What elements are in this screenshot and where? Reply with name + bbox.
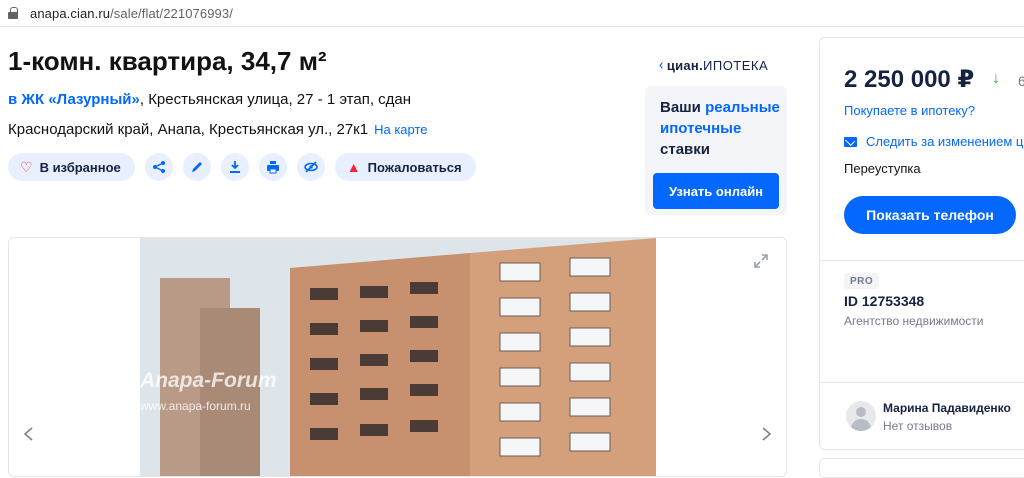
address-text: Краснодарский край, Анапа, Крестьянская … xyxy=(8,121,369,138)
hide-icon xyxy=(303,161,318,173)
map-link[interactable]: На карте xyxy=(374,122,427,137)
favorite-button[interactable]: ♡ В избранное xyxy=(8,153,135,181)
complex-link[interactable]: в ЖК «Лазурный» xyxy=(8,91,140,108)
logo-brand: циан xyxy=(666,58,700,73)
print-button[interactable] xyxy=(258,153,287,181)
print-icon xyxy=(266,161,279,174)
location-line: в ЖК «Лазурный», Крестьянская улица, 27 … xyxy=(8,91,411,108)
edit-icon xyxy=(191,162,202,172)
edit-button[interactable] xyxy=(182,153,211,181)
logo-sub: ИПОТЕКА xyxy=(703,58,769,73)
divider xyxy=(820,382,1024,383)
building-image xyxy=(140,238,656,476)
main-photo[interactable]: Anapa-Forum www.anapa-forum.ru xyxy=(140,238,656,476)
action-bar: ♡ В избранное ▲ Пожаловаться xyxy=(8,153,476,181)
listing-title: 1-комн. квартира, 34,7 м² xyxy=(8,46,327,76)
address-bar[interactable]: anapa.cian.ru/sale/flat/221076993/ xyxy=(0,0,1024,27)
show-phone-button[interactable]: Показать телефон xyxy=(844,196,1016,234)
watermark: Anapa-Forum xyxy=(140,369,277,392)
warning-icon: ▲ xyxy=(346,159,361,175)
pro-badge: PRO xyxy=(844,273,880,289)
agent-type: Агентство недвижимости xyxy=(844,314,984,328)
report-button[interactable]: ▲ Пожаловаться xyxy=(334,153,476,181)
cian-mortgage-logo[interactable]: ᚲ циан. ИПОТЕКА xyxy=(657,58,768,73)
avatar[interactable] xyxy=(846,401,876,431)
url-text[interactable]: anapa.cian.ru/sale/flat/221076993/ xyxy=(30,6,233,21)
price-extra: 6 xyxy=(1018,73,1024,89)
street-text: , Крестьянская улица, 27 - 1 этап, сдан xyxy=(139,91,412,108)
agent-name[interactable]: Марина Падавиденко xyxy=(883,401,1011,415)
mortgage-promo: Ваши реальные ипотечные ставки Узнать он… xyxy=(645,86,787,215)
mortgage-link[interactable]: Покупаете в ипотеку? xyxy=(844,103,975,118)
promo-text: Ваши реальные ипотечные ставки xyxy=(660,99,780,158)
price-card: 2 250 000 ₽ ↓ 6 Покупаете в ипотеку? Сле… xyxy=(819,37,1024,450)
secondary-card xyxy=(819,458,1024,478)
favorite-label: В избранное xyxy=(39,159,121,175)
photo-gallery: Anapa-Forum www.anapa-forum.ru xyxy=(8,237,787,477)
price-down-icon[interactable]: ↓ xyxy=(992,70,1000,88)
cian-logo-icon: ᚲ xyxy=(657,58,665,73)
share-button[interactable] xyxy=(144,153,173,181)
address-line: Краснодарский край, Анапа, Крестьянская … xyxy=(8,121,428,138)
deal-type: Переуступка xyxy=(844,161,921,176)
watermark-url: www.anapa-forum.ru xyxy=(140,399,251,413)
follow-price-link[interactable]: Следить за изменением ц xyxy=(844,134,1023,149)
heart-icon: ♡ xyxy=(20,158,33,175)
hide-button[interactable] xyxy=(296,153,325,181)
divider xyxy=(820,260,1024,261)
share-icon xyxy=(152,161,165,173)
price: 2 250 000 ₽ xyxy=(844,66,975,93)
envelope-icon xyxy=(844,136,857,147)
download-button[interactable] xyxy=(220,153,249,181)
fullscreen-icon[interactable] xyxy=(752,252,770,270)
next-arrow-icon[interactable] xyxy=(758,426,774,442)
learn-online-button[interactable]: Узнать онлайн xyxy=(653,173,779,209)
reviews-count: Нет отзывов xyxy=(883,419,953,433)
agent-id[interactable]: ID 12753348 xyxy=(844,293,924,309)
lock-icon xyxy=(8,7,18,19)
download-icon xyxy=(229,161,240,173)
report-label: Пожаловаться xyxy=(367,159,462,175)
prev-arrow-icon[interactable] xyxy=(21,426,37,442)
